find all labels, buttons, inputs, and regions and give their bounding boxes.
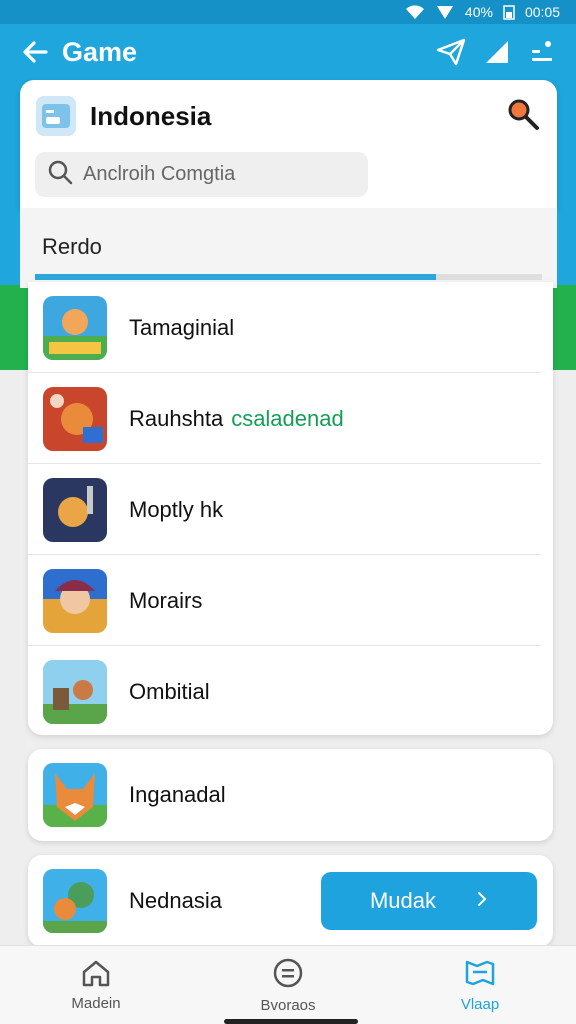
section-label: Rerdo xyxy=(42,234,102,259)
nav-label: Bvoraos xyxy=(260,996,316,1014)
progress-fill xyxy=(35,274,436,280)
magnifier-icon xyxy=(47,159,73,190)
nav-item-map[interactable]: Vlaap xyxy=(384,946,576,1024)
game-card[interactable]: Inganadal xyxy=(28,749,553,841)
status-bar: 40% 00:05 xyxy=(0,0,576,24)
list-item-name: Tamaginial xyxy=(129,314,235,340)
page-title: Indonesia xyxy=(90,100,212,131)
more-options-icon[interactable] xyxy=(528,39,556,65)
home-indicator xyxy=(224,1019,358,1024)
app-bar: Game xyxy=(0,24,576,80)
nav-item-chat[interactable]: Bvoraos xyxy=(192,946,384,1024)
list-item-name: Ombitial xyxy=(129,678,210,704)
app-bar-title: Game xyxy=(62,36,138,67)
nav-label: Vlaap xyxy=(460,995,500,1013)
search-bar[interactable] xyxy=(35,152,368,197)
chevron-right-icon xyxy=(476,888,488,914)
progress-bar xyxy=(35,274,542,280)
folder-app-icon xyxy=(36,96,76,136)
signal-icon xyxy=(435,4,455,20)
battery-percent: 40% xyxy=(464,4,493,20)
bottom-navigation: Madein Bvoraos Vlaap xyxy=(0,945,576,1024)
list-item-name: Moptly hk xyxy=(129,496,224,522)
fox-thumbnail-icon xyxy=(43,763,107,827)
game-card[interactable]: Nednasia Mudak xyxy=(28,855,553,947)
list-item-name: Morairs xyxy=(129,587,203,613)
clock: 00:05 xyxy=(524,4,560,20)
list-item[interactable]: Ombitial xyxy=(28,646,553,737)
section-header: Rerdo xyxy=(20,208,557,288)
back-arrow-icon[interactable] xyxy=(20,37,50,67)
game-list: Tamaginial Rauhshta csaladenad Moptly hk… xyxy=(28,282,553,735)
battery-icon xyxy=(503,4,515,20)
list-item[interactable]: Rauhshta csaladenad xyxy=(28,373,553,464)
button-label: Mudak xyxy=(369,888,437,913)
signal-strength-icon[interactable] xyxy=(484,39,510,65)
nav-label: Madein xyxy=(71,994,121,1012)
header-card: Indonesia xyxy=(20,80,557,208)
game-thumbnail-icon xyxy=(43,477,107,542)
wifi-icon xyxy=(405,4,425,20)
search-icon[interactable] xyxy=(505,96,541,137)
card-name: Nednasia xyxy=(129,888,222,913)
send-icon[interactable] xyxy=(436,38,466,66)
game-thumbnail-icon xyxy=(43,568,107,633)
game-thumbnail-icon xyxy=(43,869,107,933)
game-thumbnail-icon xyxy=(43,659,107,724)
mudak-button[interactable]: Mudak xyxy=(321,872,537,930)
game-thumbnail-icon xyxy=(43,386,107,451)
game-thumbnail-icon xyxy=(43,295,107,360)
map-icon xyxy=(463,958,497,992)
list-item[interactable]: Moptly hk xyxy=(28,464,553,555)
home-icon xyxy=(81,959,111,991)
chat-icon xyxy=(272,957,304,993)
nav-item-home[interactable]: Madein xyxy=(0,946,192,1024)
list-item[interactable]: Morairs xyxy=(28,555,553,646)
search-input[interactable] xyxy=(83,163,343,186)
card-name: Inganadal xyxy=(129,782,226,807)
list-item-name: Rauhshta xyxy=(129,405,224,431)
list-item[interactable]: Tamaginial xyxy=(28,282,553,373)
list-item-tag: csaladenad xyxy=(231,405,344,431)
